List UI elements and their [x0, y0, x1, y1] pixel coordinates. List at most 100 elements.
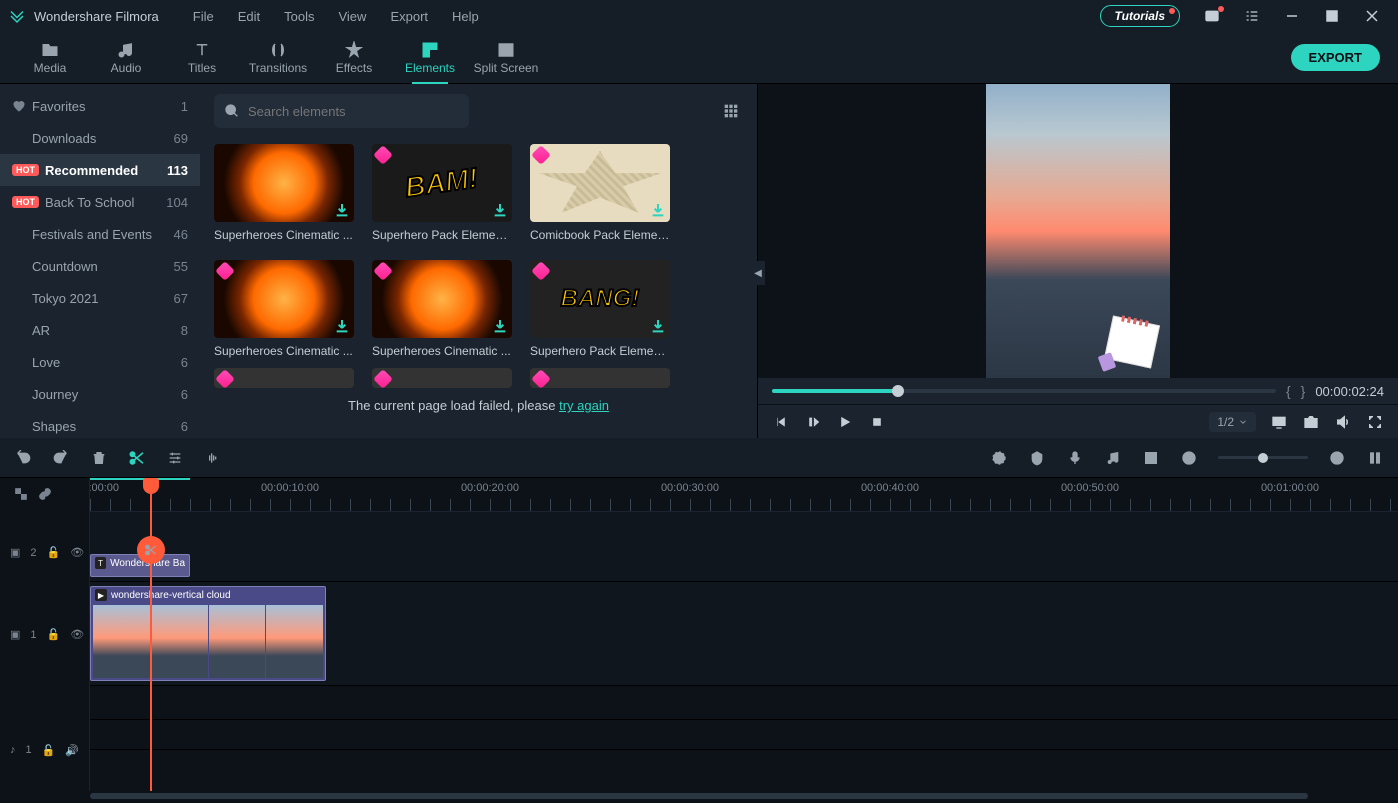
timeline-toggle-icon[interactable]	[1366, 449, 1384, 467]
stop-button[interactable]	[868, 413, 886, 431]
category-item[interactable]: Journey6	[0, 378, 200, 410]
element-card[interactable]: Superheroes Cinematic ...	[214, 144, 354, 242]
zoom-in-icon[interactable]	[1328, 449, 1346, 467]
redo-icon[interactable]	[52, 449, 70, 467]
tab-audio[interactable]: Audio	[88, 32, 164, 84]
play-button[interactable]	[836, 413, 854, 431]
eye-icon[interactable]: 👁	[70, 546, 84, 559]
tab-media[interactable]: Media	[12, 32, 88, 84]
element-card[interactable]: BAM!Superhero Pack Elemen...	[372, 144, 512, 242]
lock-icon[interactable]: 🔓	[42, 744, 56, 757]
download-icon[interactable]	[334, 202, 350, 218]
download-icon[interactable]	[492, 202, 508, 218]
category-item[interactable]: Favorites1	[0, 90, 200, 122]
category-item[interactable]: HOTBack To School104	[0, 186, 200, 218]
audio-wave-icon[interactable]	[204, 449, 222, 467]
category-item[interactable]: Countdown55	[0, 250, 200, 282]
tab-effects[interactable]: Effects	[316, 32, 392, 84]
maximize-button[interactable]	[1314, 0, 1350, 32]
element-card[interactable]	[214, 368, 354, 388]
sidebar-collapse-arrow[interactable]: ◀	[751, 261, 765, 285]
adjust-icon[interactable]	[166, 449, 184, 467]
fullscreen-icon[interactable]	[1366, 413, 1384, 431]
tasks-icon[interactable]	[1234, 0, 1270, 32]
grid-view-icon[interactable]	[719, 99, 743, 123]
tab-transitions[interactable]: Transitions	[240, 32, 316, 84]
element-card[interactable]: BANG!Superhero Pack Elemen...	[530, 260, 670, 358]
split-icon[interactable]	[128, 449, 146, 467]
category-item[interactable]: HOTRecommended113	[0, 154, 200, 186]
track-add-icon[interactable]	[14, 487, 28, 504]
category-item[interactable]: Love6	[0, 346, 200, 378]
download-icon[interactable]	[334, 318, 350, 334]
scissor-icon[interactable]	[137, 536, 165, 564]
volume-icon[interactable]	[1334, 413, 1352, 431]
element-card[interactable]: Superheroes Cinematic ...	[372, 260, 512, 358]
element-card[interactable]	[372, 368, 512, 388]
category-item[interactable]: Downloads69	[0, 122, 200, 154]
preview-viewport[interactable]	[758, 84, 1398, 378]
track-title[interactable]: TWondershare Ba	[90, 512, 1398, 582]
undo-icon[interactable]	[14, 449, 32, 467]
menu-file[interactable]: File	[183, 5, 224, 28]
element-card[interactable]: Superheroes Cinematic ...	[214, 260, 354, 358]
play-pause-button[interactable]	[804, 413, 822, 431]
crop-icon[interactable]	[1142, 449, 1160, 467]
timeline-tracks[interactable]: 00:00:00:0000:00:10:0000:00:20:0000:00:3…	[90, 478, 1398, 791]
search-box[interactable]	[214, 94, 469, 128]
category-item[interactable]: Festivals and Events46	[0, 218, 200, 250]
preview-progress-slider[interactable]	[772, 389, 1276, 393]
download-icon[interactable]	[650, 202, 666, 218]
playhead[interactable]	[150, 478, 152, 791]
preview-display-icon[interactable]	[1270, 413, 1288, 431]
element-card[interactable]	[530, 368, 670, 388]
tutorials-button[interactable]: Tutorials	[1100, 5, 1180, 27]
track-audio[interactable]	[90, 720, 1398, 750]
heart-icon	[12, 99, 26, 113]
menu-tools[interactable]: Tools	[274, 5, 324, 28]
track-video[interactable]: ▶wondershare-vertical cloud	[90, 582, 1398, 686]
mark-out-icon[interactable]: }	[1301, 383, 1306, 399]
lock-icon[interactable]: 🔓	[47, 546, 61, 559]
zoom-slider[interactable]	[1218, 456, 1308, 459]
music-icon[interactable]	[1104, 449, 1122, 467]
close-button[interactable]	[1354, 0, 1390, 32]
link-icon[interactable]	[38, 487, 52, 504]
preview-ratio-select[interactable]: 1/2	[1209, 412, 1256, 432]
download-icon[interactable]	[650, 318, 666, 334]
element-card[interactable]: Comicbook Pack Elemen...	[530, 144, 670, 242]
export-button[interactable]: EXPORT	[1291, 44, 1380, 71]
messages-icon[interactable]	[1194, 0, 1230, 32]
eye-icon[interactable]: 👁	[70, 628, 84, 641]
try-again-link[interactable]: try again	[559, 398, 609, 413]
search-input[interactable]	[248, 104, 459, 119]
minimize-button[interactable]	[1274, 0, 1310, 32]
marker-icon[interactable]	[1028, 449, 1046, 467]
prev-frame-button[interactable]	[772, 413, 790, 431]
timeline-horizontal-scrollbar[interactable]	[0, 791, 1398, 801]
tab-splitscreen[interactable]: Split Screen	[468, 32, 544, 84]
tab-titles[interactable]: Titles	[164, 32, 240, 84]
timeline-ruler[interactable]: 00:00:00:0000:00:10:0000:00:20:0000:00:3…	[90, 478, 1398, 512]
tab-elements[interactable]: Elements	[392, 32, 468, 84]
video-clip[interactable]: ▶wondershare-vertical cloud	[90, 586, 326, 681]
mark-in-icon[interactable]: {	[1286, 383, 1291, 399]
category-item[interactable]: Tokyo 202167	[0, 282, 200, 314]
delete-icon[interactable]	[90, 449, 108, 467]
snapshot-icon[interactable]	[1302, 413, 1320, 431]
menu-view[interactable]: View	[328, 5, 376, 28]
menu-help[interactable]: Help	[442, 5, 489, 28]
render-icon[interactable]	[990, 449, 1008, 467]
category-item[interactable]: Shapes6	[0, 410, 200, 438]
speaker-icon[interactable]: 🔊	[65, 744, 79, 757]
download-icon[interactable]	[492, 318, 508, 334]
category-sidebar[interactable]: Favorites1Downloads69HOTRecommended113HO…	[0, 84, 200, 438]
voiceover-icon[interactable]	[1066, 449, 1084, 467]
hot-badge: HOT	[12, 196, 39, 208]
menu-export[interactable]: Export	[380, 5, 438, 28]
premium-diamond-icon	[373, 145, 393, 165]
menu-edit[interactable]: Edit	[228, 5, 270, 28]
zoom-out-icon[interactable]	[1180, 449, 1198, 467]
category-item[interactable]: AR8	[0, 314, 200, 346]
lock-icon[interactable]: 🔓	[47, 628, 61, 641]
